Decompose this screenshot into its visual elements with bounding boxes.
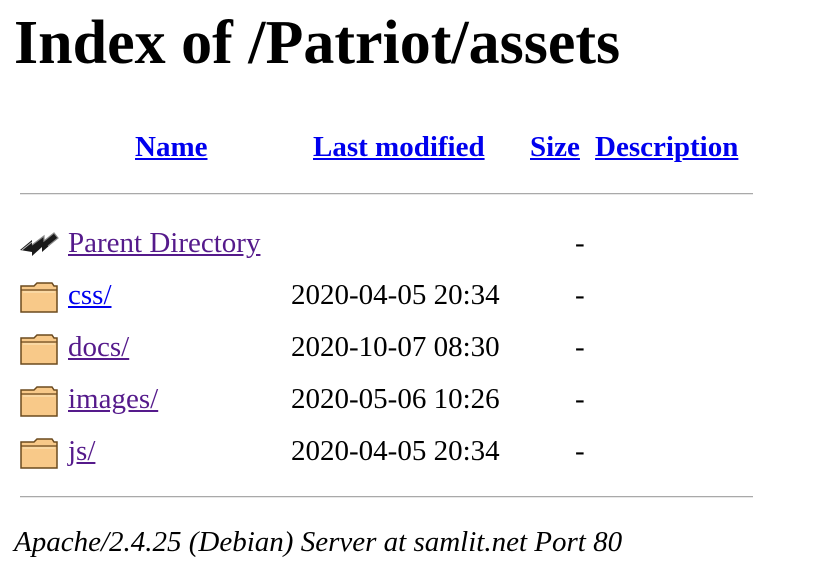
- back-arrow-icon: [18, 224, 60, 264]
- sort-by-size-link[interactable]: Size: [530, 128, 580, 166]
- entry-link-css[interactable]: css/: [68, 277, 112, 313]
- folder-icon: [18, 380, 60, 420]
- entry-size: -: [575, 435, 585, 467]
- header-divider: [20, 193, 753, 195]
- entry-link-docs[interactable]: docs/: [68, 329, 129, 365]
- entry-link-images[interactable]: images/: [68, 381, 158, 417]
- entry-size: -: [575, 331, 585, 363]
- server-signature: Apache/2.4.25 (Debian) Server at samlit.…: [14, 526, 623, 558]
- entry-last-modified: 2020-04-05 20:34: [291, 435, 500, 467]
- table-row: css/ 2020-04-05 20:34 -: [0, 270, 834, 322]
- folder-icon: [18, 328, 60, 368]
- footer-divider: [20, 496, 753, 498]
- entry-size: -: [575, 279, 585, 311]
- entry-last-modified: 2020-10-07 08:30: [291, 331, 500, 363]
- sort-by-last-modified-link[interactable]: Last modified: [313, 128, 485, 166]
- table-row: docs/ 2020-10-07 08:30 -: [0, 322, 834, 374]
- table-row: js/ 2020-04-05 20:34 -: [0, 426, 834, 478]
- folder-icon: [18, 432, 60, 472]
- sort-by-name-link[interactable]: Name: [135, 128, 207, 166]
- entry-size: -: [575, 383, 585, 415]
- table-row: Parent Directory -: [0, 218, 834, 270]
- sort-by-description-link[interactable]: Description: [595, 128, 738, 166]
- entry-last-modified: 2020-04-05 20:34: [291, 279, 500, 311]
- entry-size: -: [575, 227, 585, 259]
- page-title: Index of /Patriot/assets: [14, 9, 621, 77]
- table-row: images/ 2020-05-06 10:26 -: [0, 374, 834, 426]
- entry-link-js[interactable]: js/: [68, 433, 95, 469]
- entry-link-parent-directory[interactable]: Parent Directory: [68, 225, 260, 261]
- entry-last-modified: 2020-05-06 10:26: [291, 383, 500, 415]
- folder-icon: [18, 276, 60, 316]
